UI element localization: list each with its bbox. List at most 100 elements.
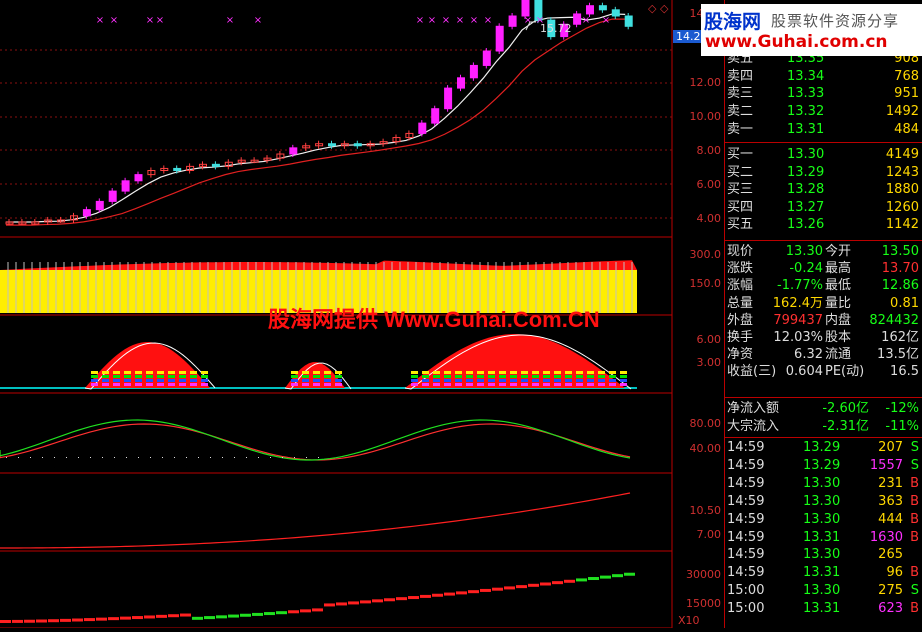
signal-marker: × xyxy=(484,15,492,26)
indicator-block xyxy=(146,383,153,386)
indicator5-bar xyxy=(432,593,443,597)
stat-row: 收益(三) 0.604 PE(动) 16.5 xyxy=(725,363,922,381)
indicator5-bar xyxy=(60,618,71,622)
stat-row: 换手 12.03% 股本 162亿 xyxy=(725,329,922,347)
stat-label: 换手 xyxy=(727,330,754,345)
indicator-block xyxy=(313,371,320,374)
indicator-block xyxy=(146,375,153,378)
indicator5-bar xyxy=(396,597,407,601)
stat-label: 最高 xyxy=(825,261,852,277)
indicator-block xyxy=(598,375,605,378)
indicator-block xyxy=(554,379,561,382)
tick-volume: 265 xyxy=(878,547,903,563)
indicator5-bar xyxy=(156,614,167,618)
candle-body xyxy=(82,209,91,217)
indicator5-bar xyxy=(96,617,107,621)
price-axis-label: 10.00 xyxy=(690,110,722,123)
indicator-block xyxy=(444,375,451,378)
tick-volume: 207 xyxy=(878,440,903,455)
indicator5-bar xyxy=(624,572,635,576)
ask-label: 卖一 xyxy=(727,121,754,137)
indicator-block xyxy=(168,375,175,378)
signal-marker: × xyxy=(442,15,450,26)
kd-dot xyxy=(294,457,295,458)
indicator-block xyxy=(466,375,473,378)
tick-price: 13.29 xyxy=(803,440,841,455)
indicator-block xyxy=(324,383,331,386)
indicator5-bar xyxy=(288,610,299,614)
tick-time: 15:00 xyxy=(727,601,765,617)
stat-label: 净资 xyxy=(727,347,754,363)
indicator5-axis-label: 15000 xyxy=(686,597,721,610)
bid-label: 买二 xyxy=(727,164,754,180)
signal-marker: × xyxy=(254,15,262,26)
indicator-block xyxy=(620,371,627,374)
quote-panel: 卖五 13.35 908 卖四 13.34 768 卖三 13.33 951 卖二 13.32 149… xyxy=(724,0,922,628)
indicator-block xyxy=(102,371,109,374)
indicator-block xyxy=(113,371,120,374)
indicator-block xyxy=(313,379,320,382)
stat-label: 涨跌 xyxy=(727,261,754,277)
indicator-block xyxy=(179,379,186,382)
candle-body xyxy=(624,15,633,27)
indicator5-bar xyxy=(420,594,431,598)
indicator5-bar xyxy=(384,598,395,602)
indicator-block xyxy=(411,375,418,378)
indicator5-bar xyxy=(348,601,359,605)
indicator-block xyxy=(532,375,539,378)
indicator-block xyxy=(510,379,517,382)
signal-marker: × xyxy=(416,15,424,26)
indicator-block xyxy=(499,383,506,386)
indicator-block xyxy=(168,371,175,374)
indicator-block xyxy=(433,383,440,386)
tick-row: 14:59 13.30 363 B xyxy=(725,493,922,511)
bid-row: 买一 13.30 4149 xyxy=(725,146,922,164)
indicator-block xyxy=(620,375,627,378)
indicator-block xyxy=(422,371,429,374)
indicator4-axis-label: 7.00 xyxy=(697,528,722,541)
kd-line-green xyxy=(0,419,631,461)
ask-price: 13.32 xyxy=(787,104,825,120)
stat-value: 0.604 xyxy=(785,364,823,380)
indicator-block xyxy=(455,379,462,382)
indicator-block xyxy=(157,383,164,386)
bid-price: 13.30 xyxy=(787,147,825,162)
bid-price: 13.26 xyxy=(787,217,825,232)
candle-body xyxy=(134,174,143,182)
stat-label: 量比 xyxy=(825,295,852,311)
price-axis-label: 4.00 xyxy=(697,212,722,225)
bid-volume: 1880 xyxy=(885,182,919,197)
tick-time: 14:59 xyxy=(727,529,765,545)
indicator5-bar xyxy=(504,586,515,590)
indicator-block xyxy=(543,375,550,378)
indicator-block xyxy=(455,375,462,378)
panel-divider xyxy=(725,240,922,241)
indicator-block xyxy=(190,371,197,374)
bid-volume: 1243 xyxy=(885,164,919,180)
panel-divider xyxy=(725,397,922,398)
indicator-block xyxy=(157,375,164,378)
tick-price: 13.30 xyxy=(803,493,841,509)
indicator5-bar xyxy=(276,611,287,615)
tick-side: B xyxy=(910,511,919,527)
stat-label: 收益(三) xyxy=(727,364,777,380)
ask-price: 13.33 xyxy=(787,86,825,102)
indicator-block xyxy=(466,379,473,382)
ask-row: 卖一 13.31 484 xyxy=(725,121,922,139)
indicator-block xyxy=(609,383,616,386)
indicator-block xyxy=(543,383,550,386)
candle-body xyxy=(211,163,220,167)
indicator-block xyxy=(313,383,320,386)
stat-label: 外盘 xyxy=(727,312,754,328)
candle-body xyxy=(173,167,182,172)
indicator-block xyxy=(620,379,627,382)
indicator-axis-label: 6.00 xyxy=(697,333,722,346)
kd-dot xyxy=(210,457,211,458)
kd-dot xyxy=(174,457,175,458)
indicator5-bar xyxy=(576,578,587,582)
indicator-block xyxy=(554,371,561,374)
indicator-block xyxy=(291,383,298,386)
tick-volume: 96 xyxy=(886,565,903,581)
bid-price: 13.27 xyxy=(787,199,825,215)
candle-body xyxy=(289,147,298,155)
